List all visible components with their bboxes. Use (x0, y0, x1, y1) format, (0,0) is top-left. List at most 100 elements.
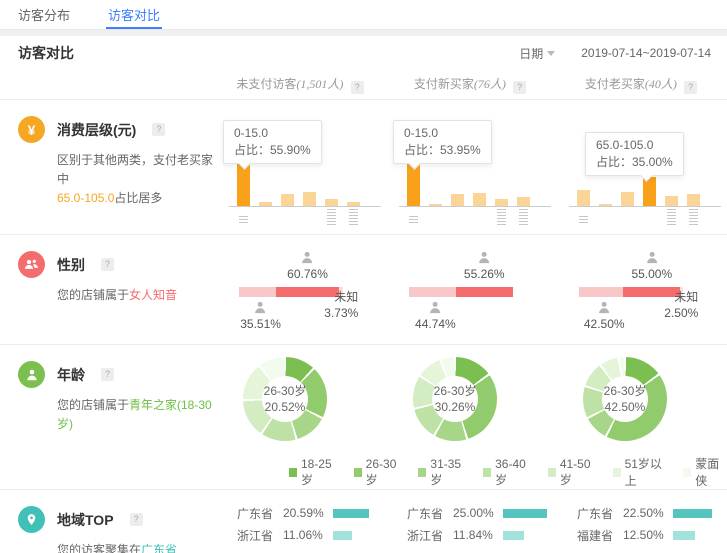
region-row: 浙江省11.84% (385, 524, 555, 546)
help-icon[interactable]: ? (130, 513, 143, 526)
bar[interactable] (495, 199, 508, 207)
tab-visitor-comparison[interactable]: 访客对比 (108, 0, 160, 29)
legend-label: 41-50岁 (560, 457, 598, 488)
axis-tick-label (349, 207, 358, 227)
male-icon (240, 300, 281, 315)
bar[interactable] (281, 194, 294, 206)
bar[interactable] (665, 196, 678, 206)
age-donut[interactable]: 26-30岁30.26% (413, 357, 497, 441)
bar[interactable] (599, 204, 612, 206)
bar-tooltip: 65.0-105.0占比：35.00% (585, 132, 684, 176)
row-desc-gender: 您的店铺属于女人知音 (18, 286, 215, 305)
age-donut[interactable]: 26-30岁42.50% (583, 357, 667, 441)
consume-chart-newbuyer: 0-15.0占比：53.95% (385, 106, 555, 231)
age-chart-newbuyer: 26-30岁30.26% (385, 345, 555, 441)
column-count: (76人) (474, 77, 506, 91)
help-icon[interactable]: ? (101, 368, 114, 381)
female-segment[interactable] (456, 287, 513, 297)
bar[interactable] (429, 204, 442, 206)
bar[interactable] (347, 202, 360, 207)
axis-tick-label (689, 207, 698, 227)
unknown-label-group: 未知3.73% (324, 289, 358, 321)
region-bar[interactable] (333, 531, 352, 540)
bar[interactable] (303, 192, 316, 206)
desc-highlight: 女人知音 (129, 288, 177, 302)
row-desc-age: 您的店铺属于青年之家(18-30岁) (18, 396, 215, 434)
date-dropdown[interactable]: 日期 (519, 45, 555, 62)
region-name: 广东省 (577, 505, 623, 522)
age-chart-oldbuyer: 26-30岁42.50% (555, 345, 727, 441)
axis-tick-label (579, 214, 588, 225)
gender-chart-unpaid: 60.76%35.51%未知3.73% (215, 235, 385, 345)
bar[interactable] (451, 194, 464, 206)
gender-bar-area: 60.76%35.51%未知3.73% (239, 235, 343, 345)
region-pct: 20.59% (283, 506, 333, 520)
bar-group (577, 177, 709, 206)
x-axis (399, 206, 551, 207)
male-segment[interactable] (409, 287, 456, 297)
yen-icon: ¥ (18, 116, 45, 143)
age-legend: 18-25岁 26-30岁 31-35岁 36-40岁 41-50岁 51岁以上蒙面侠 (289, 455, 727, 489)
region-chart-unpaid: 广东省20.59%浙江省11.06% (215, 490, 385, 553)
region-name: 广东省 (407, 505, 453, 522)
bar[interactable] (643, 177, 656, 206)
legend-item[interactable]: 31-35岁 (418, 457, 468, 488)
help-icon[interactable]: ? (152, 123, 165, 136)
help-icon[interactable]: ? (101, 258, 114, 271)
help-icon[interactable]: ? (513, 81, 526, 94)
bar[interactable] (621, 192, 634, 206)
column-name: 未支付访客 (236, 77, 296, 91)
region-row: 广东省22.50% (555, 502, 727, 524)
bar[interactable] (517, 197, 530, 206)
column-name: 支付老买家 (585, 77, 645, 91)
tooltip-range: 0-15.0 (404, 125, 481, 142)
donut-center: 26-30岁42.50% (602, 376, 648, 422)
column-header-new-buyers: 支付新买家(76人) ? (385, 75, 555, 94)
unknown-label: 未知 (324, 289, 358, 305)
region-chart-newbuyer: 广东省25.00%浙江省11.84% (385, 490, 555, 553)
region-bar[interactable] (333, 509, 369, 518)
donut-center-value: 20.52% (265, 399, 306, 415)
bar-tooltip: 0-15.0占比：55.90% (223, 120, 322, 164)
row-gender: 性别 ? 您的店铺属于女人知音 60.76%35.51%未知3.73% 55.2… (0, 235, 727, 345)
female-icon (631, 250, 672, 265)
x-axis (569, 206, 721, 207)
row-title-gender: 性别 (57, 255, 85, 275)
legend-item[interactable]: 51岁以上 (613, 455, 669, 489)
row-desc-region: 您的访客聚集在广东省 (18, 541, 215, 553)
date-range[interactable]: 2019-07-14~2019-07-14 (581, 46, 711, 60)
legend-item[interactable]: 18-25岁 (289, 457, 339, 488)
desc-highlight: 广东省 (141, 543, 177, 553)
female-icon (287, 250, 328, 265)
legend-item[interactable]: 36-40岁 (483, 457, 533, 488)
region-bar[interactable] (673, 509, 712, 518)
column-header-unpaid-visitors: 未支付访客(1,501人) ? (215, 75, 385, 94)
axis-tick-label (667, 207, 676, 227)
legend-item[interactable]: 26-30岁 (354, 457, 404, 488)
help-icon[interactable]: ? (684, 81, 697, 94)
unknown-percent: 3.73% (324, 305, 358, 321)
male-segment[interactable] (579, 287, 623, 297)
tooltip-value: 占比：35.00% (596, 154, 673, 171)
region-chart-oldbuyer: 广东省22.50%福建省12.50% (555, 490, 727, 553)
age-donut[interactable]: 26-30岁20.52% (243, 357, 327, 441)
bar[interactable] (473, 193, 486, 206)
bar[interactable] (687, 194, 700, 206)
consume-chart-oldbuyer: 65.0-105.0占比：35.00% (555, 106, 727, 231)
bar[interactable] (577, 190, 590, 206)
male-segment[interactable] (239, 287, 276, 297)
region-bar[interactable] (673, 531, 695, 540)
region-name: 广东省 (237, 505, 283, 522)
legend-item[interactable]: 41-50岁 (548, 457, 598, 488)
legend-item[interactable]: 蒙面侠 (683, 455, 727, 489)
row-desc-consumption: 区别于其他两类，支付老买家中 65.0-105.0占比居多 (18, 151, 215, 208)
help-icon[interactable]: ? (351, 81, 364, 94)
bar[interactable] (325, 199, 338, 206)
panel-header: 访客对比 日期 2019-07-14~2019-07-14 (0, 36, 727, 70)
region-bar[interactable] (503, 531, 524, 540)
region-row: 广东省20.59% (215, 502, 385, 524)
bar[interactable] (259, 202, 272, 206)
tab-visitor-distribution[interactable]: 访客分布 (18, 0, 70, 29)
region-bar[interactable] (503, 509, 547, 518)
column-header-row: 未支付访客(1,501人) ? 支付新买家(76人) ? 支付老买家(40人) … (0, 70, 727, 100)
